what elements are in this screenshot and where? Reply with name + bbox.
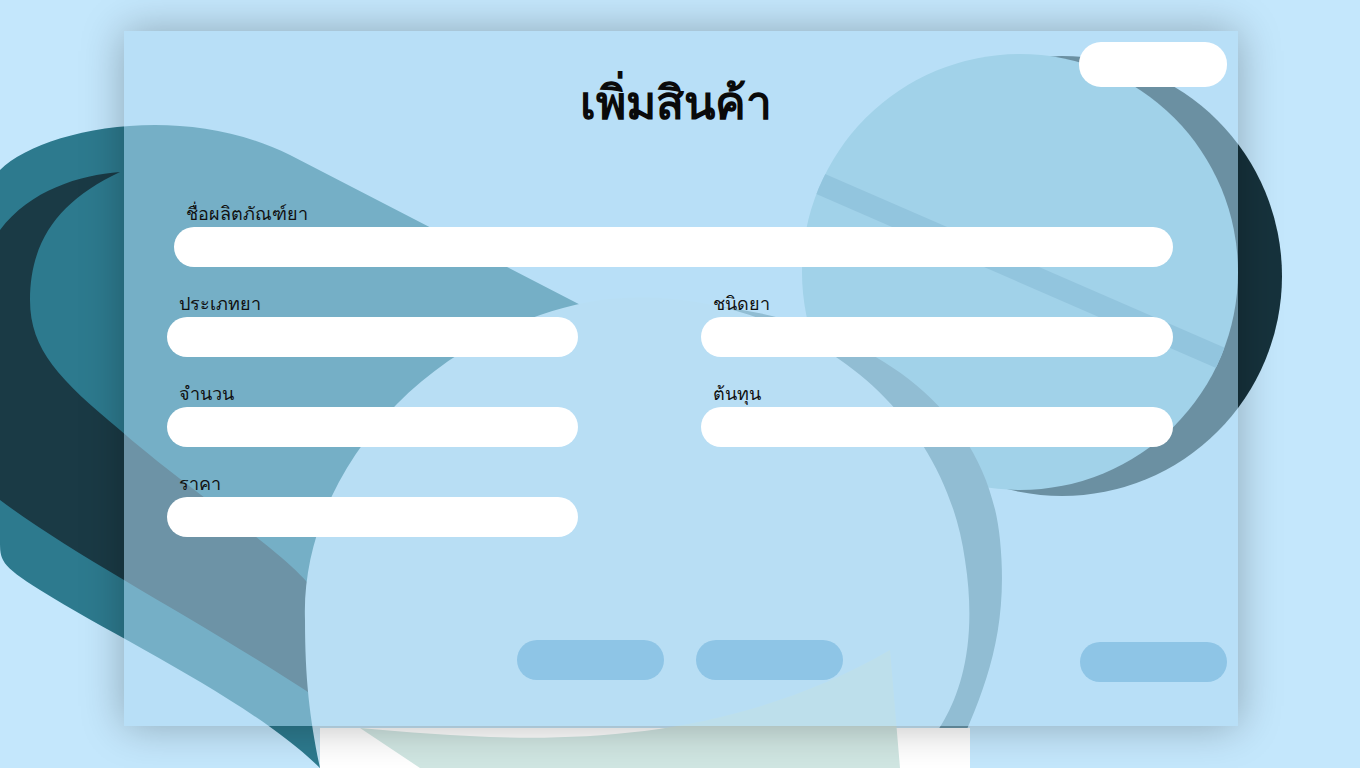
top-button[interactable] <box>1079 42 1227 87</box>
text-input[interactable] <box>174 227 1173 267</box>
form-field: ชนิดยา <box>701 293 1173 357</box>
action-button[interactable] <box>1080 642 1227 682</box>
text-input[interactable] <box>167 497 578 537</box>
text-input[interactable] <box>701 407 1173 447</box>
button-row <box>124 640 1227 680</box>
field-label: ต้นทุน <box>701 383 1173 405</box>
form-field: ชื่อผลิตภัณฑ์ยา <box>167 203 1173 267</box>
page-title: เพิ่มสินค้า <box>580 76 772 131</box>
form-field: จำนวน <box>167 383 578 447</box>
action-button[interactable] <box>517 640 664 680</box>
product-form: ชื่อผลิตภัณฑ์ยาประเภทยา ชนิดยาจำนวน ต้นทุน… <box>124 203 1227 537</box>
action-button[interactable] <box>696 640 843 680</box>
text-input[interactable] <box>167 407 578 447</box>
form-field: ประเภทยา <box>167 293 578 357</box>
add-product-panel: เพิ่มสินค้าชื่อผลิตภัณฑ์ยาประเภทยา ชนิดยา… <box>124 31 1238 726</box>
field-label: ชนิดยา <box>701 293 1173 315</box>
form-field: ราคา <box>167 473 578 537</box>
field-label: จำนวน <box>167 383 578 405</box>
panel-header: เพิ่มสินค้า <box>124 42 1227 131</box>
text-input[interactable] <box>167 317 578 357</box>
field-label: ประเภทยา <box>167 293 578 315</box>
text-input[interactable] <box>701 317 1173 357</box>
field-label: ราคา <box>167 473 578 495</box>
page: เพิ่มสินค้าชื่อผลิตภัณฑ์ยาประเภทยา ชนิดยา… <box>0 0 1360 768</box>
form-field: ต้นทุน <box>701 383 1173 447</box>
field-label: ชื่อผลิตภัณฑ์ยา <box>174 203 1173 225</box>
